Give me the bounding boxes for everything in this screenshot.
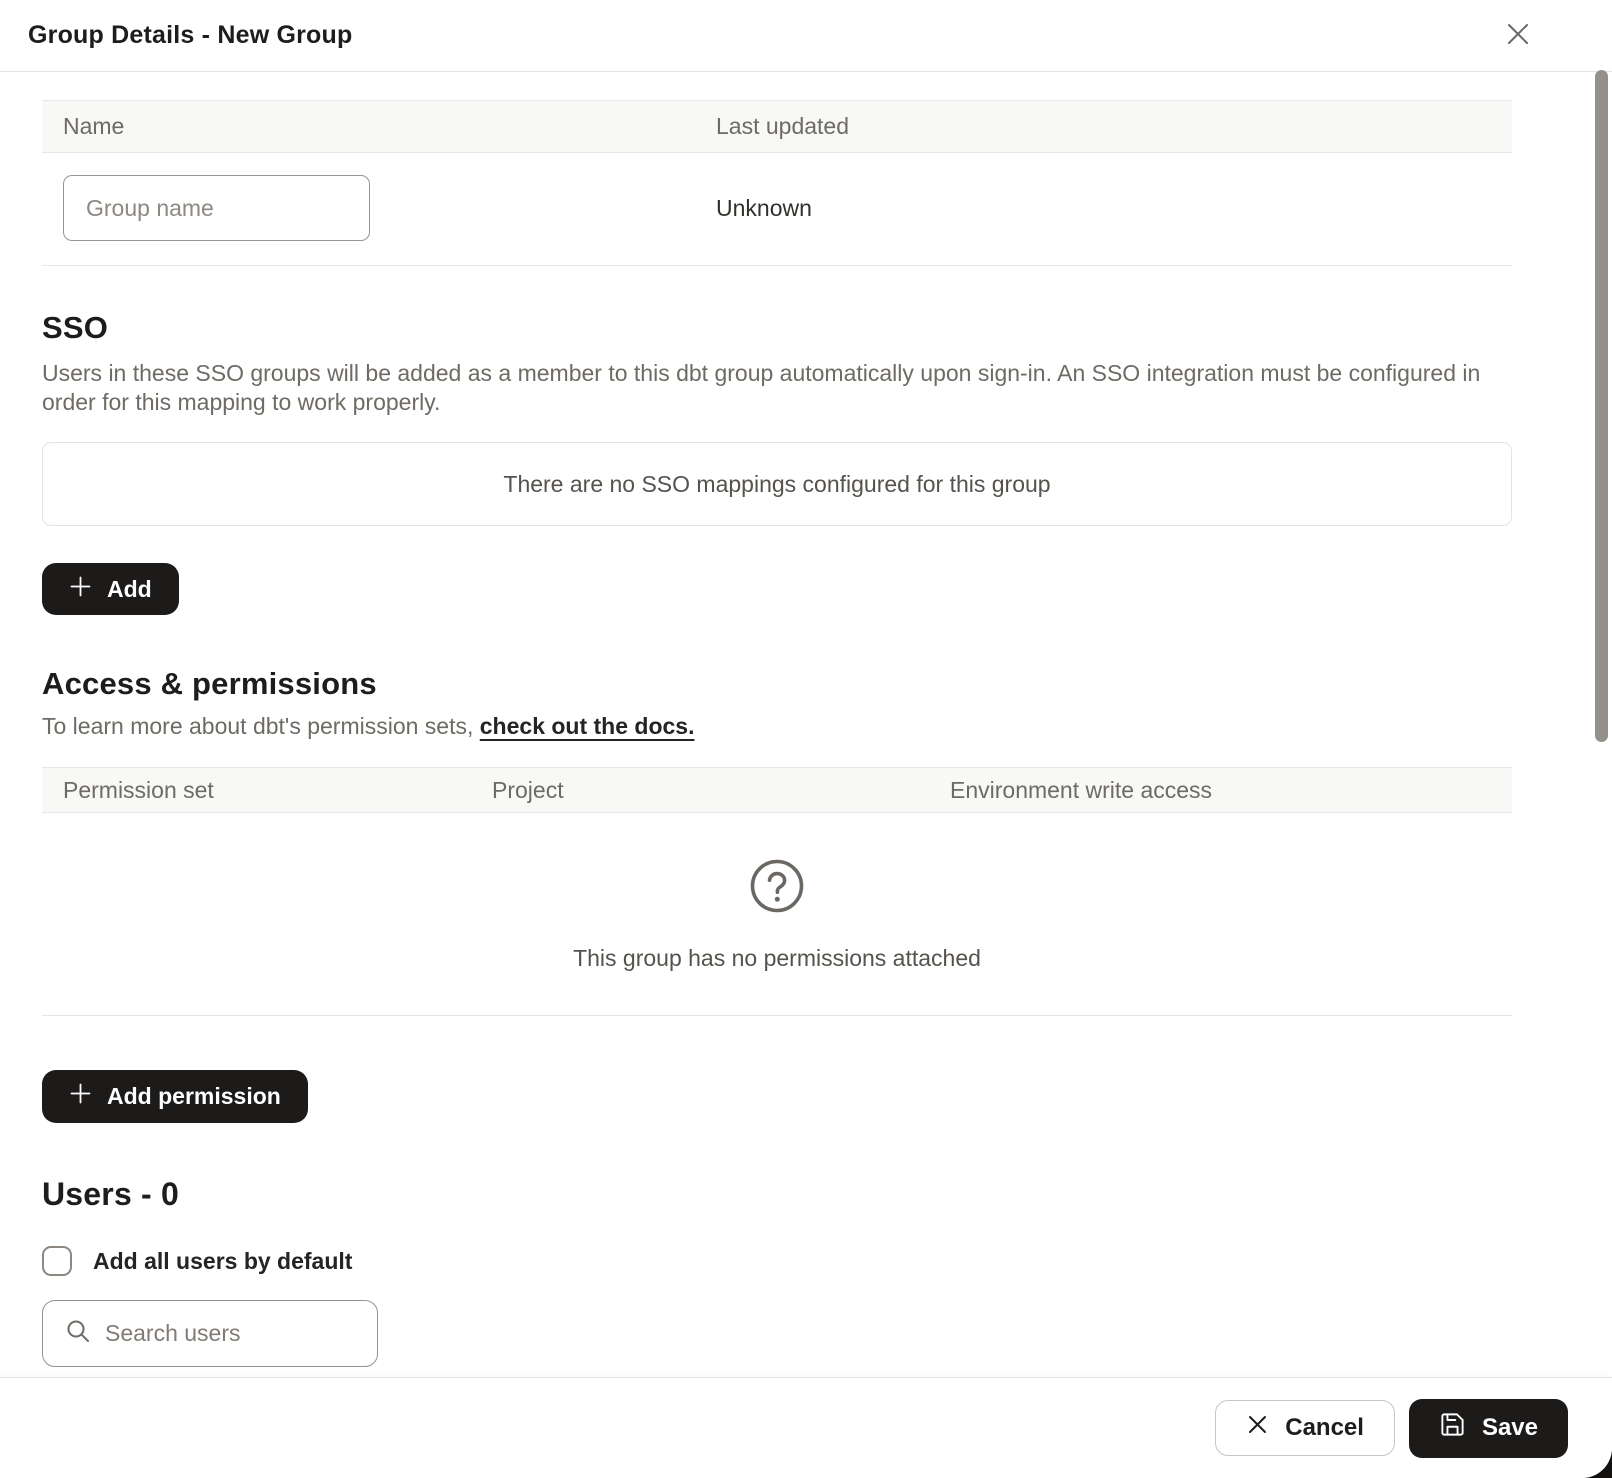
close-icon: [1505, 21, 1531, 50]
sso-heading: SSO: [42, 310, 1512, 346]
docs-link[interactable]: check out the docs.: [480, 713, 695, 739]
name-table-header-row: Name Last updated: [42, 100, 1512, 153]
plus-icon: [69, 575, 92, 604]
x-icon: [1246, 1413, 1269, 1443]
plus-icon: [69, 1082, 92, 1111]
add-sso-mapping-button[interactable]: Add: [42, 563, 179, 615]
sso-section: SSO Users in these SSO groups will be ad…: [42, 310, 1512, 615]
sso-description: Users in these SSO groups will be added …: [42, 359, 1512, 416]
add-all-users-row: Add all users by default: [42, 1246, 1512, 1276]
last-updated-column-header: Last updated: [716, 113, 1512, 140]
page-title: Group Details - New Group: [28, 21, 352, 50]
permissions-docs-line: To learn more about dbt's permission set…: [42, 713, 1512, 740]
group-name-input[interactable]: [63, 175, 370, 241]
permissions-section: Access & permissions To learn more about…: [42, 666, 1512, 1123]
permissions-empty-message: This group has no permissions attached: [42, 945, 1512, 972]
name-column-header: Name: [63, 113, 716, 140]
docs-prefix-text: To learn more about dbt's permission set…: [42, 713, 480, 739]
close-button[interactable]: [1500, 18, 1536, 54]
project-column-header: Project: [492, 777, 950, 804]
permissions-table-header-row: Permission set Project Environment write…: [42, 767, 1512, 813]
add-permission-button[interactable]: Add permission: [42, 1070, 308, 1123]
sso-empty-state: There are no SSO mappings configured for…: [42, 442, 1512, 526]
permission-set-column-header: Permission set: [63, 777, 492, 804]
modal-header: Group Details - New Group: [0, 0, 1612, 72]
users-heading: Users - 0: [42, 1176, 1512, 1213]
permissions-heading: Access & permissions: [42, 666, 1512, 702]
group-details-modal: Group Details - New Group Name Last upda…: [0, 0, 1612, 1478]
modal-content: Name Last updated Unknown SSO Users in t…: [0, 100, 1612, 1367]
add-permission-button-label: Add permission: [107, 1083, 281, 1110]
cancel-button-label: Cancel: [1285, 1414, 1364, 1442]
permissions-table-divider: [42, 1015, 1512, 1016]
search-icon: [65, 1318, 91, 1349]
last-updated-value: Unknown: [716, 195, 1512, 222]
floppy-disk-icon: [1439, 1411, 1466, 1445]
environment-write-access-column-header: Environment write access: [950, 777, 1512, 804]
permissions-empty-state: This group has no permissions attached: [42, 858, 1512, 972]
save-button[interactable]: Save: [1409, 1399, 1568, 1458]
name-table-row: Unknown: [42, 153, 1512, 266]
search-users-input[interactable]: [105, 1320, 359, 1347]
group-name-table: Name Last updated Unknown: [42, 100, 1512, 266]
modal-footer: Cancel Save: [0, 1377, 1612, 1478]
permissions-table: Permission set Project Environment write…: [42, 767, 1512, 1016]
users-section: Users - 0 Add all users by default: [42, 1176, 1512, 1367]
add-all-users-checkbox[interactable]: [42, 1246, 72, 1276]
add-sso-button-label: Add: [107, 576, 152, 603]
question-mark-circle-icon: [749, 858, 805, 919]
search-users-box: [42, 1300, 378, 1367]
add-all-users-label: Add all users by default: [93, 1248, 352, 1275]
vertical-scrollbar[interactable]: [1595, 70, 1608, 742]
save-button-label: Save: [1482, 1414, 1538, 1442]
sso-empty-message: There are no SSO mappings configured for…: [503, 471, 1050, 498]
cancel-button[interactable]: Cancel: [1215, 1400, 1395, 1456]
